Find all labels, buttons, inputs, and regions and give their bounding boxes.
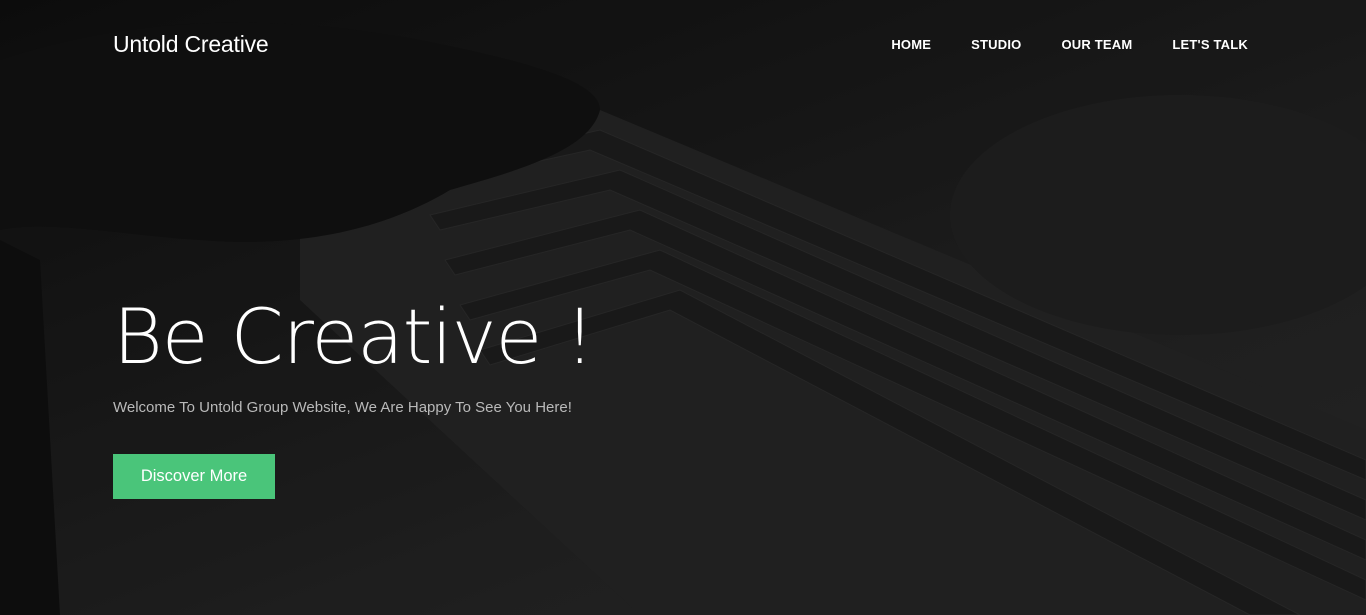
top-navbar: Untold Creative HOME STUDIO OUR TEAM LET… [0,0,1366,90]
brand-logo-link[interactable]: Untold Creative [113,31,269,58]
nav-link-home[interactable]: HOME [891,37,931,52]
hero-title: Be Creative ! [113,292,595,381]
main-nav: HOME STUDIO OUR TEAM LET'S TALK [851,37,1248,52]
discover-more-button[interactable]: Discover More [113,454,275,499]
nav-link-lets-talk[interactable]: LET'S TALK [1172,37,1248,52]
nav-link-our-team[interactable]: OUR TEAM [1061,37,1132,52]
hero-subtitle: Welcome To Untold Group Website, We Are … [113,399,572,416]
hero-content: Be Creative ! Welcome To Untold Group We… [113,288,813,499]
hero-section: Untold Creative HOME STUDIO OUR TEAM LET… [0,0,1366,615]
nav-link-studio[interactable]: STUDIO [971,37,1021,52]
